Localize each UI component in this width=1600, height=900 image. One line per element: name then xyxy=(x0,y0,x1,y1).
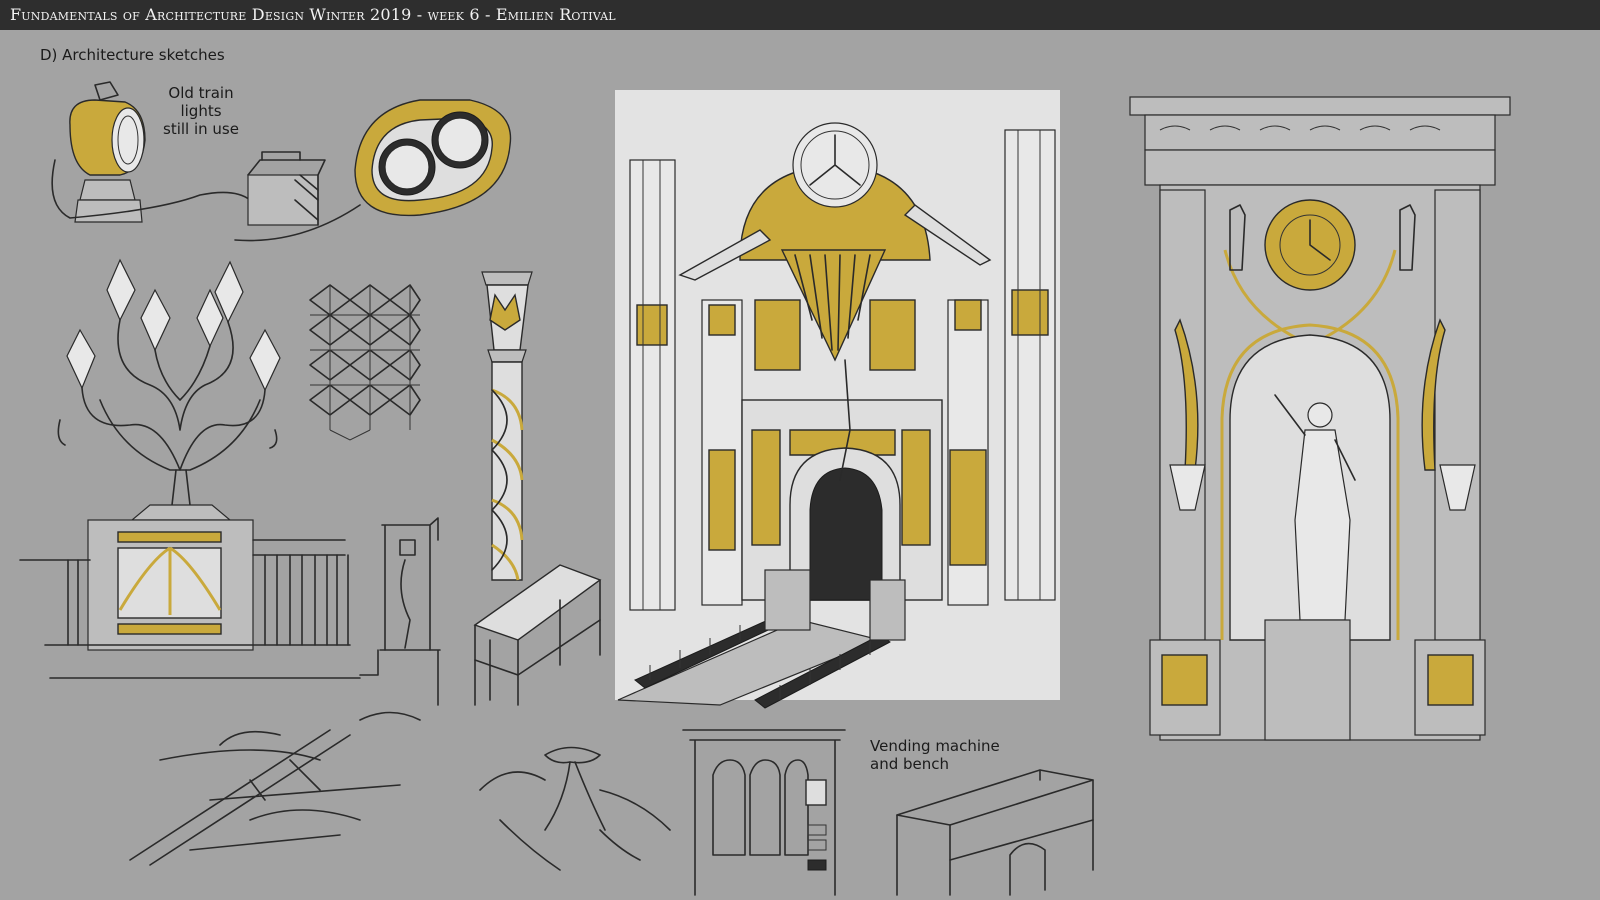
broken-tracks-sketch xyxy=(129,711,421,866)
vending-machine-sketch xyxy=(682,729,846,896)
sheet-title: Fundamentals of Architecture Design Wint… xyxy=(10,5,616,24)
bench-sketch xyxy=(896,769,1094,896)
train-lamp-sketch xyxy=(51,81,361,242)
twisted-column-sketch xyxy=(481,271,533,581)
stone-bench-sketch xyxy=(473,564,602,706)
pedestal-sketch xyxy=(359,517,441,706)
station-gate-illustration xyxy=(615,90,1060,709)
sketch-canvas xyxy=(19,81,1511,896)
sheet-title-bar: Fundamentals of Architecture Design Wint… xyxy=(0,0,1600,30)
clock-niche-statue-illustration xyxy=(1129,96,1511,741)
candelabra-balustrade-sketch xyxy=(19,258,361,679)
tile-pattern-sketch xyxy=(309,284,421,441)
goggle-lights-sketch xyxy=(354,99,512,217)
mushroom-rock-sketch xyxy=(479,746,671,871)
